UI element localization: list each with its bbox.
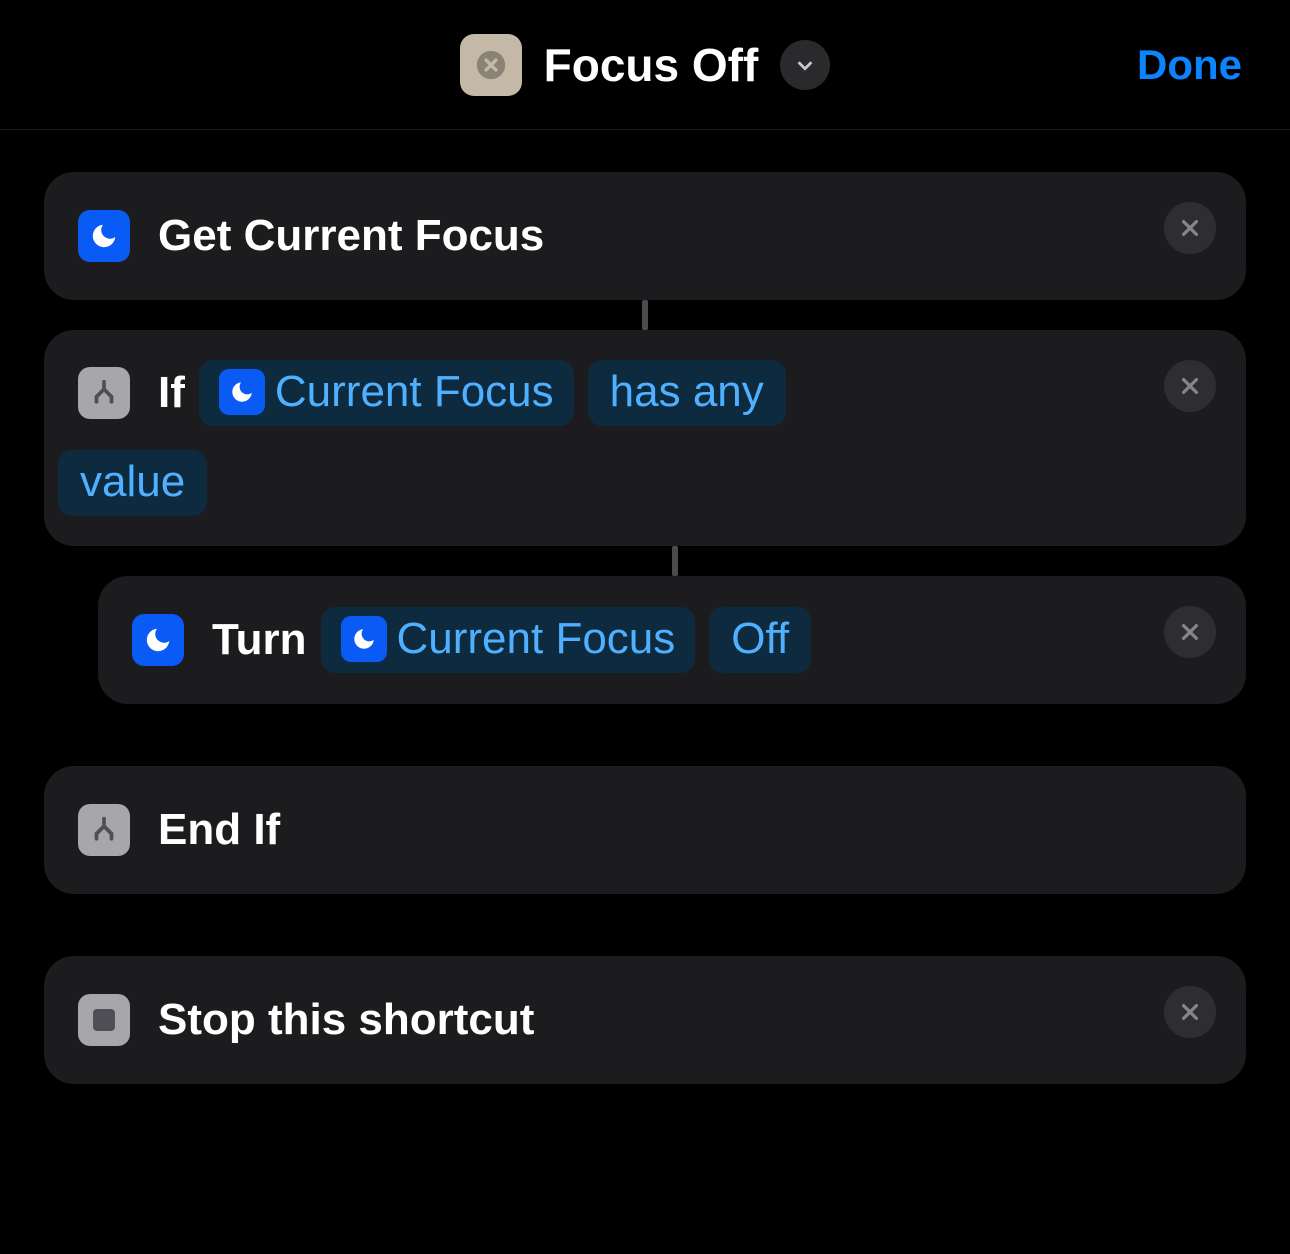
action-get-current-focus[interactable]: Get Current Focus [44, 172, 1246, 300]
token-label: Current Focus [397, 614, 676, 664]
token-label: value [80, 457, 185, 507]
connector [642, 300, 648, 330]
x-circle-icon [474, 48, 508, 82]
turn-state-token[interactable]: Off [709, 607, 811, 673]
header-title-group[interactable]: Focus Off [460, 34, 831, 96]
connector [672, 546, 678, 576]
close-icon [1179, 1001, 1201, 1023]
title-menu-button[interactable] [780, 40, 830, 90]
shortcut-icon [460, 34, 522, 96]
action-label: End If [158, 805, 280, 855]
action-if[interactable]: If Current Focus has any value [44, 330, 1246, 546]
if-variable-token[interactable]: Current Focus [199, 360, 574, 426]
branch-icon [78, 804, 130, 856]
moon-icon [341, 616, 387, 662]
moon-icon [132, 614, 184, 666]
token-label: has any [610, 367, 764, 417]
delete-action-button[interactable] [1164, 360, 1216, 412]
action-label: Stop this shortcut [158, 995, 534, 1045]
stop-icon [78, 994, 130, 1046]
action-turn-focus[interactable]: Turn Current Focus Off [98, 576, 1246, 704]
if-prefix: If [158, 368, 185, 418]
turn-variable-token[interactable]: Current Focus [321, 607, 696, 673]
done-button[interactable]: Done [1137, 41, 1242, 89]
action-stop-shortcut[interactable]: Stop this shortcut [44, 956, 1246, 1084]
delete-action-button[interactable] [1164, 986, 1216, 1038]
token-label: Off [731, 614, 789, 664]
close-icon [1179, 217, 1201, 239]
action-label: Get Current Focus [158, 211, 544, 261]
moon-icon [219, 369, 265, 415]
delete-action-button[interactable] [1164, 606, 1216, 658]
shortcut-title: Focus Off [544, 38, 759, 92]
if-condition-token-2[interactable]: value [58, 450, 207, 516]
if-condition-token-1[interactable]: has any [588, 360, 786, 426]
token-label: Current Focus [275, 367, 554, 417]
moon-icon [78, 210, 130, 262]
action-end-if[interactable]: End If [44, 766, 1246, 894]
header: Focus Off Done [0, 0, 1290, 130]
delete-action-button[interactable] [1164, 202, 1216, 254]
close-icon [1179, 621, 1201, 643]
close-icon [1179, 375, 1201, 397]
turn-verb: Turn [212, 615, 307, 665]
actions-list: Get Current Focus If Current Focus has a… [0, 130, 1290, 1084]
chevron-down-icon [794, 54, 816, 76]
branch-icon [78, 367, 130, 419]
